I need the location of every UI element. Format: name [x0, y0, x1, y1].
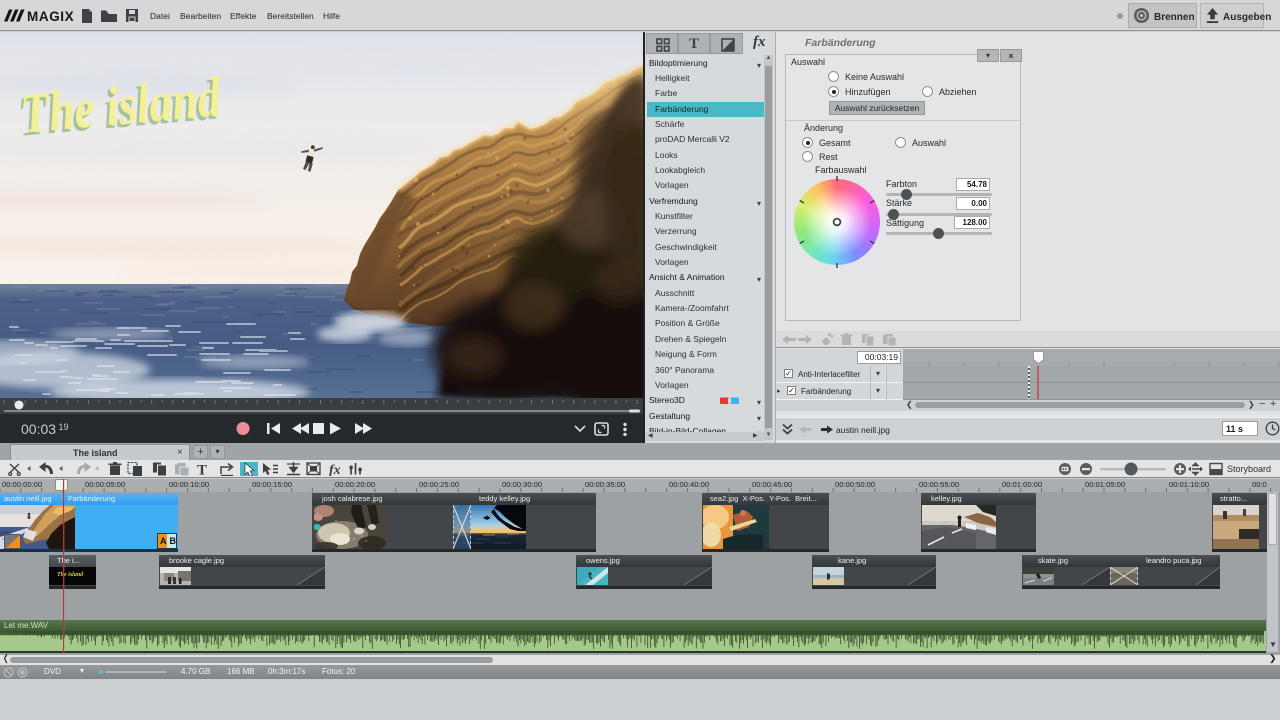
svg-text:fx: fx — [329, 463, 341, 476]
svg-text:MAGIX: MAGIX — [27, 9, 74, 24]
svg-text:T: T — [197, 463, 207, 477]
